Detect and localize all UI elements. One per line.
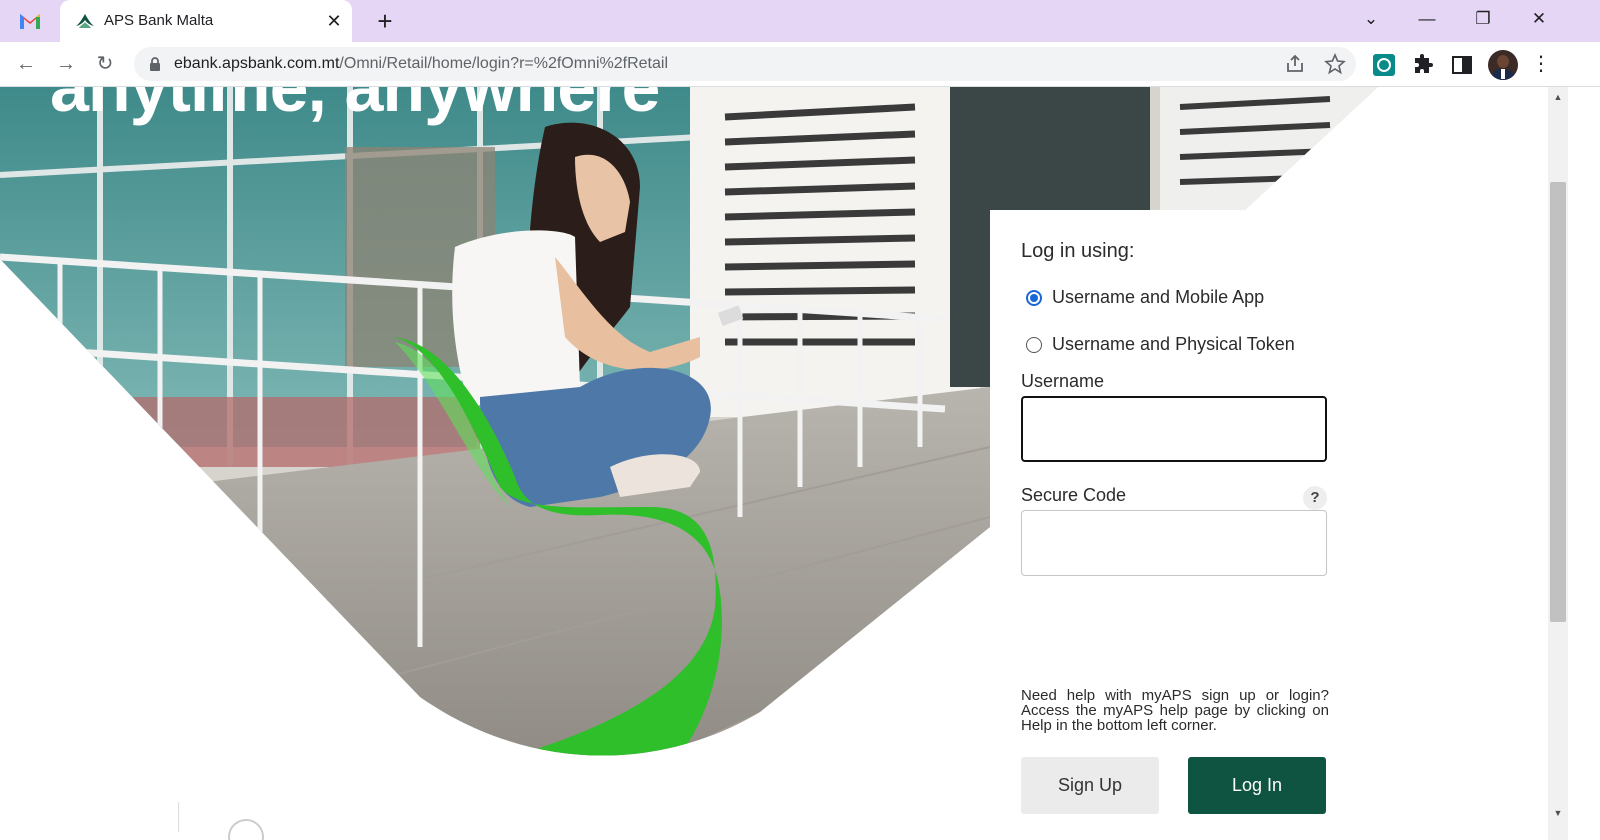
minimize-icon[interactable]: — — [1404, 0, 1450, 40]
tab-title: APS Bank Malta — [104, 12, 214, 29]
extensions-puzzle-icon[interactable] — [1411, 53, 1435, 77]
radio-physical-token[interactable] — [1026, 336, 1042, 353]
active-tab[interactable]: APS Bank Malta ✕ — [60, 0, 352, 42]
secure-code-help-icon[interactable]: ? — [1303, 486, 1327, 510]
scroll-up-arrow-icon[interactable]: ▲ — [1548, 89, 1568, 105]
aps-favicon-icon — [74, 11, 96, 31]
secure-code-label: Secure Code — [1021, 485, 1127, 505]
share-icon[interactable] — [1284, 53, 1306, 75]
radio-mobile-app[interactable] — [1026, 289, 1042, 306]
sign-up-button[interactable]: Sign Up — [1021, 757, 1159, 814]
reload-icon[interactable]: ↻ — [91, 50, 119, 78]
login-help-text: Need help with myAPS sign up or login? A… — [1021, 687, 1329, 734]
page-scrollbar[interactable]: ▲ ▼ — [1548, 87, 1568, 840]
scroll-down-arrow-icon[interactable]: ▼ — [1548, 805, 1568, 821]
secure-code-input[interactable] — [1021, 510, 1327, 576]
new-tab-icon[interactable]: + — [372, 8, 398, 35]
url-text: ebank.apsbank.com.mt/Omni/Retail/home/lo… — [174, 55, 669, 72]
bookmark-star-icon[interactable] — [1324, 53, 1346, 75]
extension-app-icon[interactable] — [1372, 53, 1396, 77]
close-tab-icon[interactable]: ✕ — [322, 9, 346, 33]
login-panel: Log in using: Username and Mobile App Us… — [990, 210, 1410, 840]
restore-icon[interactable]: ❐ — [1460, 0, 1506, 40]
address-bar[interactable]: ebank.apsbank.com.mt/Omni/Retail/home/lo… — [134, 47, 1356, 81]
browser-toolbar: ← → ↻ ebank.apsbank.com.mt/Omni/Retail/h… — [0, 42, 1600, 87]
profile-avatar[interactable] — [1488, 50, 1518, 80]
browser-menu-icon[interactable]: ⋮ — [1527, 50, 1555, 78]
login-method-heading: Log in using: — [1021, 240, 1135, 262]
back-icon[interactable]: ← — [12, 50, 40, 78]
footer-divider — [178, 802, 179, 832]
browser-tab-bar: APS Bank Malta ✕ + ⌄ — ❐ ✕ — [0, 0, 1600, 42]
page-content: anytime, anywhere Log in using: Username… — [0, 87, 1548, 840]
forward-icon[interactable]: → — [52, 50, 80, 78]
radio-mobile-app-label: Username and Mobile App — [1052, 287, 1265, 307]
option-username-physical-token[interactable]: Username and Physical Token — [1026, 334, 1295, 355]
option-username-mobile-app[interactable]: Username and Mobile App — [1026, 287, 1264, 308]
gmail-tab-icon[interactable] — [18, 10, 42, 32]
username-label: Username — [1021, 371, 1105, 391]
scrollbar-thumb[interactable] — [1550, 182, 1566, 622]
close-window-icon[interactable]: ✕ — [1516, 0, 1562, 40]
radio-physical-token-label: Username and Physical Token — [1052, 334, 1295, 354]
lock-icon — [150, 57, 160, 71]
window-right-edge — [1568, 87, 1600, 840]
side-panel-icon[interactable] — [1450, 53, 1474, 77]
username-input[interactable] — [1021, 396, 1327, 462]
tab-search-chevron-icon[interactable]: ⌄ — [1348, 0, 1394, 40]
log-in-button[interactable]: Log In — [1188, 757, 1326, 814]
help-circle-icon[interactable] — [228, 819, 264, 840]
hero-headline: anytime, anywhere — [50, 87, 660, 126]
